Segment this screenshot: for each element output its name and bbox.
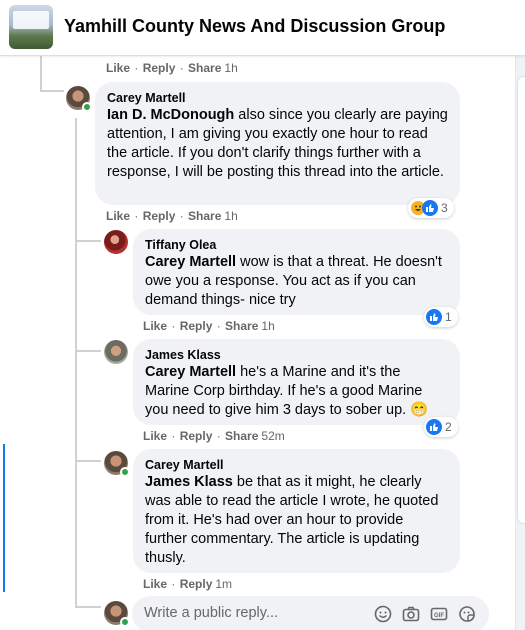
comment-text: James Klass be that as it might, he clea… [145,474,439,566]
comment-author[interactable]: Carey Martell [145,457,448,473]
online-status-dot [82,102,92,112]
reaction-count: 1 [445,310,452,324]
comment-actions: Like · Reply · Share 1h [143,319,275,333]
online-status-dot [120,467,130,477]
reply-placeholder: Write a public reply... [144,605,279,621]
reply-link[interactable]: Reply [180,577,213,591]
like-reaction-icon [426,309,442,325]
reply-input[interactable]: Write a public reply... GIF [132,596,489,630]
group-cover-thumbnail[interactable] [9,5,53,49]
comment-actions: Like · Reply 1m [143,577,233,591]
online-status-dot [120,617,130,627]
like-link[interactable]: Like [143,577,167,591]
group-title[interactable]: Yamhill County News And Discussion Group [64,16,445,37]
thread-line [75,350,101,352]
svg-text:GIF: GIF [434,613,444,619]
reaction-summary[interactable]: 3 [408,198,454,218]
avatar[interactable] [104,340,128,364]
like-link[interactable]: Like [143,429,167,443]
avatar[interactable] [104,451,130,477]
reply-link[interactable]: Reply [143,61,176,75]
share-link[interactable]: Share [225,429,258,443]
comment-actions: Like · Reply · Share 52m [143,429,285,443]
reaction-summary[interactable]: 1 [424,307,458,327]
mention-link[interactable]: James Klass [145,474,233,490]
avatar[interactable] [66,86,92,112]
comment-time[interactable]: 1h [224,209,237,223]
current-user-avatar[interactable] [104,601,130,627]
comment-time[interactable]: 1h [224,61,237,75]
share-link[interactable]: Share [188,209,221,223]
comment-bubble: Tiffany Olea Carey Martell wow is that a… [133,229,460,315]
reaction-count: 3 [441,201,448,215]
reaction-summary[interactable]: 2 [424,417,458,437]
like-link[interactable]: Like [106,209,130,223]
thread-line [75,118,77,608]
thread-line [40,56,42,92]
comment-actions: Like · Reply · Share 1h [106,61,238,75]
comment-text: Carey Martell wow is that a threat. He d… [145,254,442,308]
mention-link[interactable]: Ian D. McDonough [107,107,234,123]
comment-bubble: Carey Martell Ian D. McDonough also sinc… [95,82,460,205]
comment-bubble: James Klass Carey Martell he's a Marine … [133,339,460,425]
reply-link[interactable]: Reply [180,319,213,333]
comment-time[interactable]: 52m [261,429,284,443]
reply-link[interactable]: Reply [143,209,176,223]
comment-actions: Like · Reply · Share 1h [106,209,238,223]
comment-time[interactable]: 1m [215,577,232,591]
share-link[interactable]: Share [188,61,221,75]
camera-icon[interactable] [402,605,420,623]
like-reaction-icon [426,419,442,435]
sticker-icon[interactable] [458,605,476,623]
comment-author[interactable]: James Klass [145,347,448,363]
share-link[interactable]: Share [225,319,258,333]
thread-line [40,90,64,92]
comment-text: Ian D. McDonough also since you clearly … [107,107,448,180]
group-header: Yamhill County News And Discussion Group [0,0,525,56]
thread-highlight-bar [3,444,5,592]
mention-link[interactable]: Carey Martell [145,254,236,270]
gif-icon[interactable]: GIF [430,605,448,623]
like-link[interactable]: Like [106,61,130,75]
comment-time[interactable]: 1h [261,319,274,333]
mention-link[interactable]: Carey Martell [145,364,236,380]
comment-author[interactable]: Carey Martell [107,90,448,106]
thread-line [75,240,101,242]
thread-line [75,606,101,608]
avatar[interactable] [104,230,128,254]
reply-link[interactable]: Reply [180,429,213,443]
smiley-icon[interactable] [374,605,392,623]
like-reaction-icon [422,200,438,216]
like-link[interactable]: Like [143,319,167,333]
thread-line [75,460,101,462]
comment-author[interactable]: Tiffany Olea [145,237,448,253]
reaction-count: 2 [445,420,452,434]
comment-text: Carey Martell he's a Marine and it's the… [145,364,429,418]
right-side-panel [515,56,525,630]
comment-bubble: Carey Martell James Klass be that as it … [133,449,460,573]
